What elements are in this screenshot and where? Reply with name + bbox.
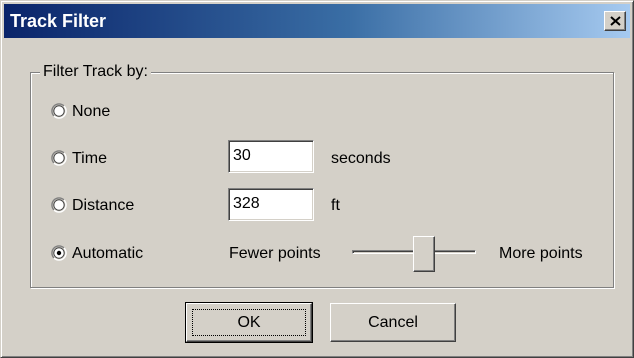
ok-button[interactable]: OK — [185, 302, 313, 343]
radio-distance[interactable] — [51, 197, 67, 213]
radio-automatic[interactable] — [51, 245, 67, 261]
distance-input[interactable]: 328 — [228, 188, 314, 221]
radio-none[interactable] — [51, 103, 67, 119]
more-points-label: More points — [499, 245, 583, 262]
fewer-points-label: Fewer points — [229, 245, 321, 262]
option-automatic-label[interactable]: Automatic — [72, 244, 143, 264]
points-slider-thumb[interactable] — [413, 236, 435, 272]
distance-unit-label: ft — [331, 197, 340, 214]
close-icon — [610, 16, 621, 26]
time-unit-label: seconds — [331, 150, 391, 167]
window-title: Track Filter — [10, 11, 107, 31]
distance-value: 328 — [233, 195, 260, 212]
close-button[interactable] — [604, 11, 626, 31]
radio-time[interactable] — [51, 150, 67, 166]
option-distance-label[interactable]: Distance — [72, 196, 134, 216]
cancel-button-label: Cancel — [368, 313, 418, 331]
title-bar[interactable]: Track Filter — [4, 4, 630, 38]
groupbox-label: Filter Track by: — [40, 62, 151, 82]
time-input[interactable]: 30 — [228, 140, 314, 173]
time-value: 30 — [233, 147, 251, 164]
option-time-label[interactable]: Time — [72, 149, 107, 169]
cancel-button[interactable]: Cancel — [330, 303, 456, 342]
ok-button-label: OK — [237, 313, 261, 331]
option-none-label[interactable]: None — [72, 102, 110, 122]
